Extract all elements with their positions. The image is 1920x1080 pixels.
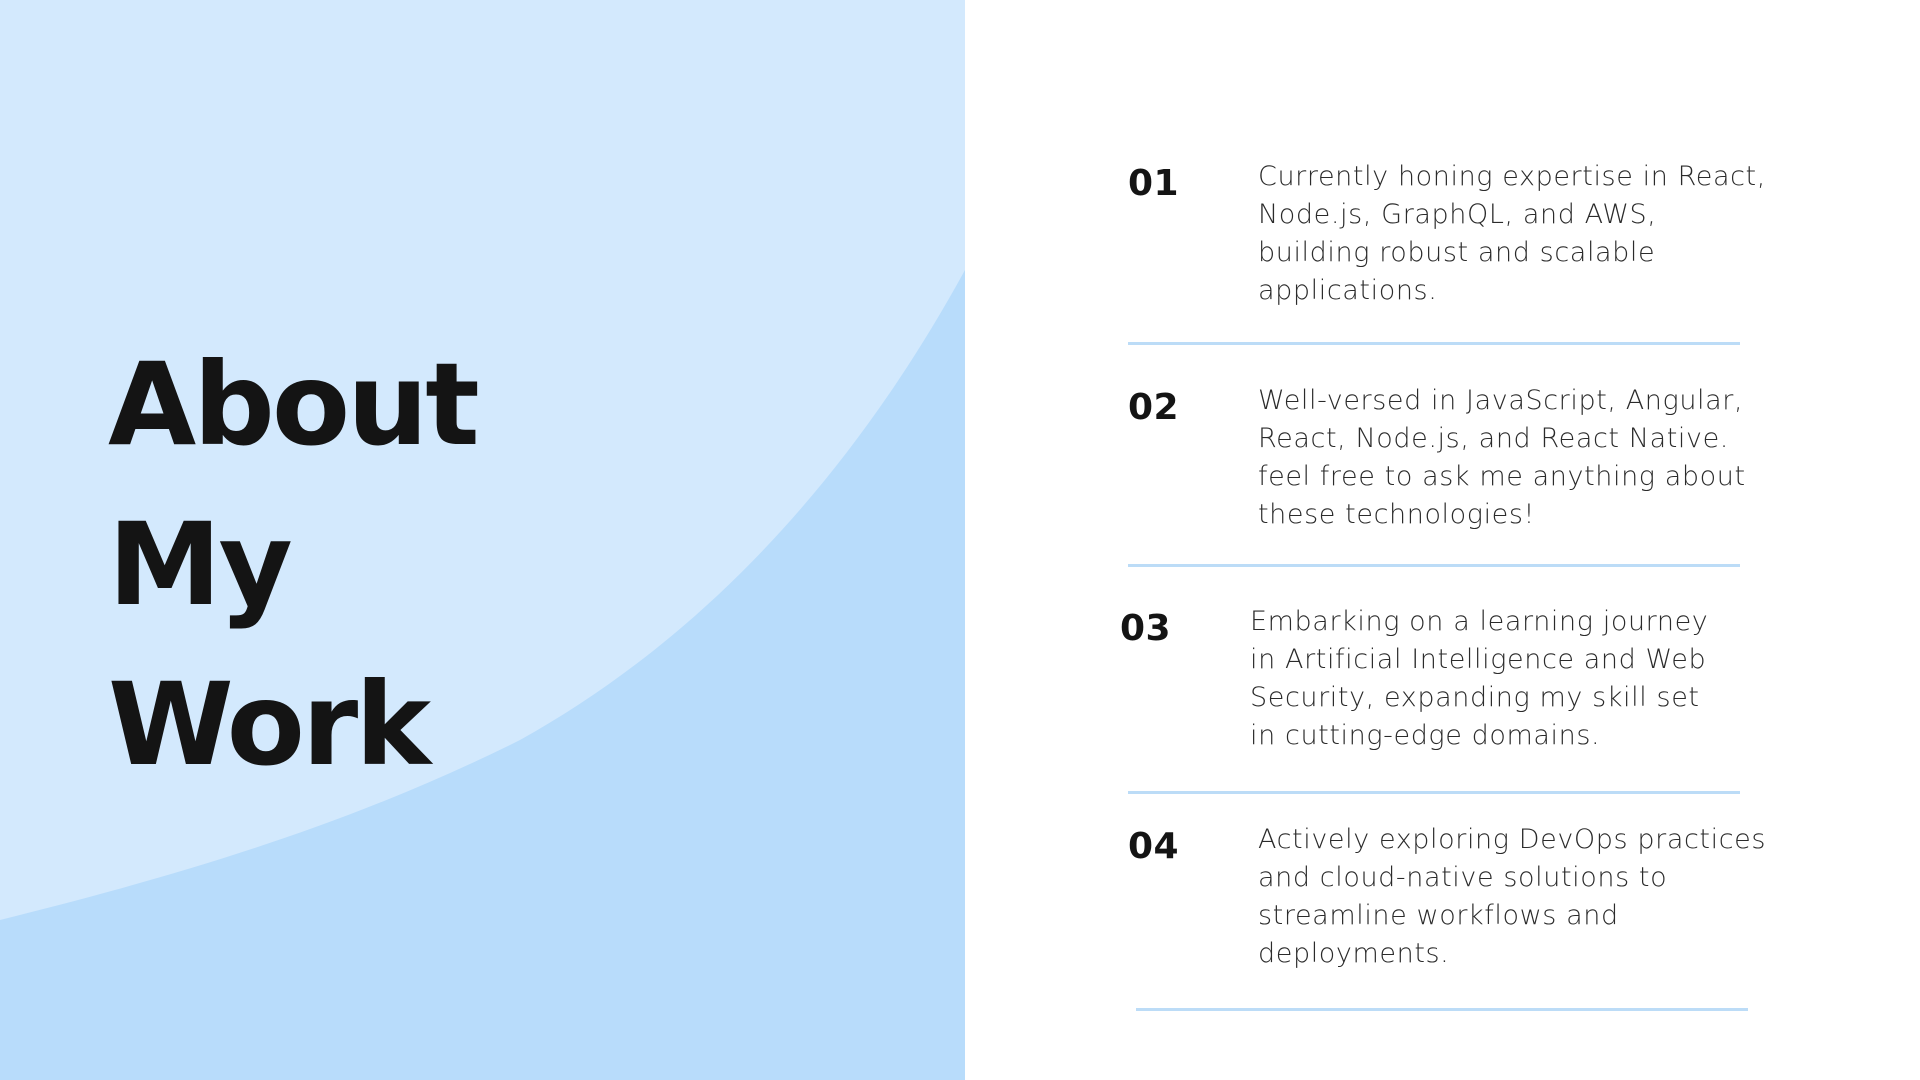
item-text-04: Actively exploring DevOps practices and … <box>1258 824 1767 969</box>
divider-02 <box>1128 564 1740 567</box>
divider-01 <box>1128 342 1740 345</box>
item-number-01: 01 <box>1128 163 1180 204</box>
divider-03 <box>1128 791 1740 794</box>
item-number-02: 02 <box>1128 387 1180 428</box>
item-number-04: 04 <box>1128 826 1180 867</box>
item-text-01: Currently honing expertise in React, Nod… <box>1258 161 1766 306</box>
item-text-02: Well-versed in JavaScript, Angular, Reac… <box>1258 385 1746 530</box>
title-work: Work <box>108 658 431 791</box>
divider-04 <box>1136 1008 1748 1011</box>
item-text-03: Embarking on a learning journey in Artif… <box>1250 606 1709 751</box>
title-my: My <box>108 498 293 631</box>
item-number-03: 03 <box>1120 608 1172 649</box>
slide: About My Work 01 Currently honing expert… <box>0 0 1920 1080</box>
left-panel: About My Work <box>0 0 965 1080</box>
title-about: About <box>108 338 480 471</box>
